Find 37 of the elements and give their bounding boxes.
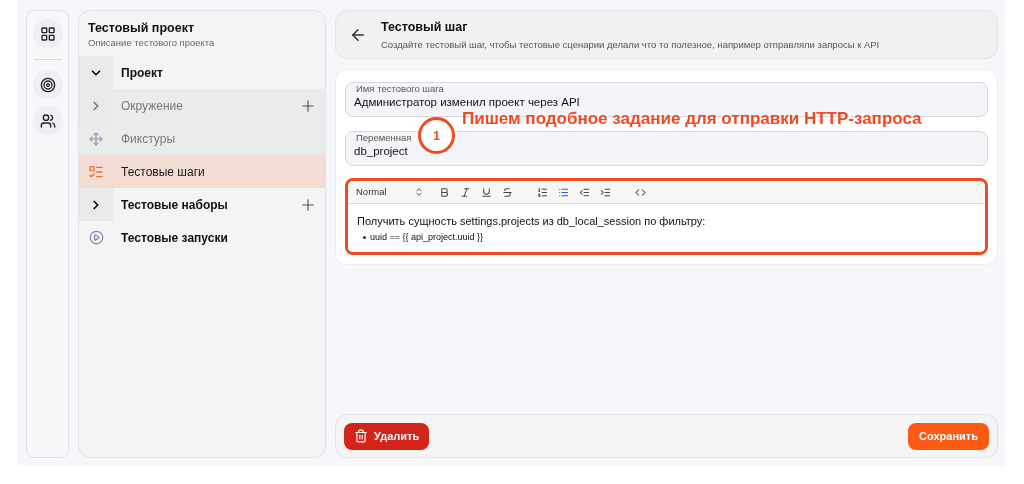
code-icon xyxy=(635,186,646,198)
trash-icon xyxy=(354,429,368,443)
editor-list-item: uuid == {{ api_project.uuid }} xyxy=(370,231,484,244)
target-icon xyxy=(39,77,56,93)
sidebar-item[interactable]: Тестовые шаги xyxy=(79,155,325,188)
field-label: Переменная xyxy=(355,132,413,144)
checklist-icon xyxy=(88,163,104,180)
project-description: Описание тестового проекта xyxy=(88,36,216,50)
people-icon xyxy=(39,113,56,129)
project-title: Тестовый проект xyxy=(88,20,195,36)
italic-icon xyxy=(460,186,471,198)
updown-icon xyxy=(414,187,424,197)
rail-button[interactable] xyxy=(32,106,63,136)
field-label: Имя тестового шага xyxy=(355,83,445,95)
text-editor[interactable]: Normal Получить сущность settings.projects из db_local_session по фильтру: uuid == {{ api_project.uuid }} xyxy=(345,178,988,255)
page-subtitle: Создайте тестовый шаг, чтобы тестовые сценарии делали что то полезное, например отправляли запросы к API xyxy=(381,37,880,52)
field-value: Администратор изменил проект через API xyxy=(354,94,580,110)
strikethrough-icon xyxy=(502,186,513,198)
format-select[interactable]: Normal xyxy=(356,184,424,200)
delete-button[interactable]: Удалить xyxy=(344,422,430,450)
sidebar-item[interactable]: Тестовые наборы xyxy=(79,188,325,221)
bold-icon xyxy=(439,186,450,198)
sidebar-item[interactable]: Проект xyxy=(79,56,325,89)
rail-button[interactable] xyxy=(32,19,63,49)
sidebar-item[interactable]: Тестовые запуски xyxy=(79,221,325,254)
bullet-list-icon xyxy=(558,186,569,198)
underline-icon xyxy=(481,186,492,198)
arrows-icon xyxy=(89,131,103,146)
outdent-icon xyxy=(579,186,590,198)
grid-icon xyxy=(39,26,56,42)
editor-paragraph: Получить сущность settings.projects из db_local_session по фильтру: xyxy=(357,214,707,229)
rail-button[interactable] xyxy=(32,70,63,100)
indent-icon xyxy=(600,186,611,198)
play-circle-icon xyxy=(88,230,104,245)
field-value: db_project xyxy=(354,143,408,159)
page-title: Тестовый шаг xyxy=(381,18,469,36)
numbered-list-icon xyxy=(537,186,548,198)
